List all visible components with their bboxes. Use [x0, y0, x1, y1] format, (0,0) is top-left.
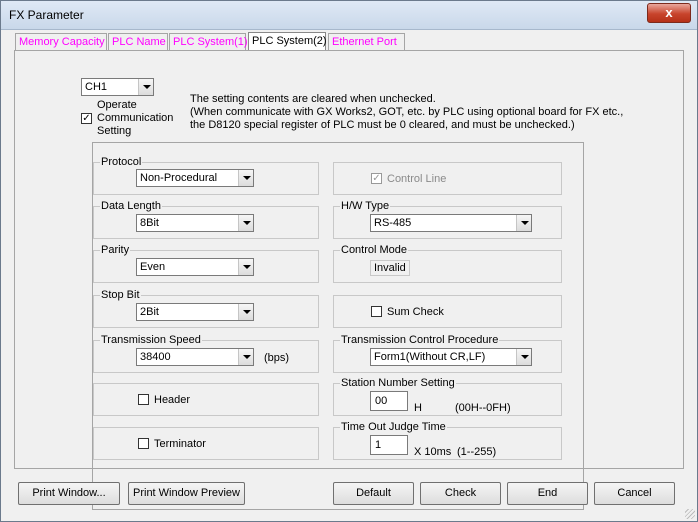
tab-panel: CH1 ✓ Operate Communication Setting The …	[14, 50, 684, 510]
terminator-group: Terminator	[93, 427, 319, 460]
note-line-1: The setting contents are cleared when un…	[190, 93, 436, 105]
timeout-range: (1--255)	[457, 446, 497, 458]
station-number-label: Station Number Setting	[340, 377, 456, 389]
setting-note: The setting contents are cleared when un…	[190, 93, 623, 132]
note-line-3: the D8120 special register of PLC must b…	[190, 119, 575, 131]
station-number-value: 00	[375, 395, 388, 407]
header-checkbox[interactable]	[138, 394, 149, 405]
tx-control-procedure-value: Form1(Without CR,LF)	[374, 351, 486, 363]
tab-plc-name[interactable]: PLC Name	[108, 33, 168, 50]
default-button[interactable]: Default	[333, 482, 414, 505]
chevron-down-icon[interactable]	[238, 349, 253, 365]
tx-control-procedure-label: Transmission Control Procedure	[340, 334, 500, 346]
protocol-value: Non-Procedural	[140, 172, 218, 184]
tab-plc-system-2[interactable]: PLC System(2)	[248, 32, 327, 51]
protocol-select[interactable]: Non-Procedural	[136, 169, 254, 187]
data-length-group: Data Length 8Bit	[93, 200, 319, 239]
sum-check-checkbox[interactable]	[371, 306, 382, 317]
tx-control-procedure-group: Transmission Control Procedure Form1(Wit…	[333, 334, 562, 373]
print-window-button[interactable]: Print Window...	[18, 482, 120, 505]
operate-label-line2: Communication	[97, 112, 174, 124]
chevron-down-icon[interactable]	[516, 215, 531, 231]
operate-label-line1: Operate	[97, 99, 137, 111]
title-bar: FX Parameter x	[1, 1, 697, 30]
sum-check-label: Sum Check	[387, 306, 444, 318]
station-number-input[interactable]: 00	[370, 391, 408, 411]
timeout-label: Time Out Judge Time	[340, 421, 447, 433]
protocol-label: Protocol	[100, 156, 143, 168]
chevron-down-icon[interactable]	[238, 170, 253, 186]
timeout-unit: X 10ms	[414, 446, 452, 458]
chevron-down-icon[interactable]	[238, 215, 253, 231]
terminator-label: Terminator	[154, 438, 206, 450]
chevron-down-icon[interactable]	[238, 259, 253, 275]
station-number-range: (00H--0FH)	[455, 402, 511, 414]
header-label: Header	[154, 394, 191, 406]
stop-bit-group: Stop Bit 2Bit	[93, 289, 319, 328]
chevron-down-icon[interactable]	[138, 79, 153, 95]
tab-ethernet-port[interactable]: Ethernet Port	[328, 33, 405, 50]
operate-communication-checkbox[interactable]: ✓	[81, 113, 92, 124]
tab-memory-capacity[interactable]: Memory Capacity	[15, 33, 107, 50]
timeout-value: 1	[375, 439, 382, 451]
transmission-speed-label: Transmission Speed	[100, 334, 202, 346]
protocol-group: Protocol Non-Procedural	[93, 156, 319, 195]
fx-parameter-window: FX Parameter x Memory Capacity PLC Name …	[0, 0, 698, 522]
stop-bit-select[interactable]: 2Bit	[136, 303, 254, 321]
stop-bit-label: Stop Bit	[100, 289, 141, 301]
header-group: Header	[93, 383, 319, 416]
parity-group: Parity Even	[93, 244, 319, 283]
bps-unit: (bps)	[264, 352, 290, 364]
control-mode-group: Control Mode Invalid	[333, 244, 562, 283]
chevron-down-icon[interactable]	[238, 304, 253, 320]
terminator-checkbox[interactable]	[138, 438, 149, 449]
communication-settings-area: Protocol Non-Procedural Data Length 8Bit…	[92, 142, 584, 510]
data-length-select[interactable]: 8Bit	[136, 214, 254, 232]
cancel-button[interactable]: Cancel	[594, 482, 675, 505]
control-line-group: ✓ Control Line	[333, 162, 562, 195]
control-line-label: Control Line	[387, 173, 447, 185]
print-window-preview-button[interactable]: Print Window Preview	[128, 482, 245, 505]
window-title: FX Parameter	[9, 8, 84, 22]
station-number-group: Station Number Setting 00 H (00H--0FH)	[333, 377, 562, 416]
parity-value: Even	[140, 261, 166, 273]
parity-select[interactable]: Even	[136, 258, 254, 276]
stop-bit-value: 2Bit	[140, 306, 159, 318]
operate-label-line3: Setting	[97, 125, 132, 137]
note-line-2: (When communicate with GX Works2, GOT, e…	[190, 106, 624, 118]
data-length-value: 8Bit	[140, 217, 159, 229]
channel-value: CH1	[85, 81, 108, 93]
timeout-input[interactable]: 1	[370, 435, 408, 455]
hw-type-group: H/W Type RS-485	[333, 200, 562, 239]
check-button[interactable]: Check	[420, 482, 501, 505]
data-length-label: Data Length	[100, 200, 162, 212]
control-mode-label: Control Mode	[340, 244, 409, 256]
channel-select[interactable]: CH1	[81, 78, 154, 96]
control-line-checkbox[interactable]: ✓	[371, 173, 382, 184]
transmission-speed-select[interactable]: 38400	[136, 348, 254, 366]
parity-label: Parity	[100, 244, 131, 256]
control-mode-value: Invalid	[370, 260, 410, 276]
end-button[interactable]: End	[507, 482, 588, 505]
station-number-unit: H	[414, 402, 422, 414]
timeout-group: Time Out Judge Time 1 X 10ms (1--255)	[333, 421, 562, 460]
resize-grip-icon[interactable]	[685, 509, 695, 519]
chevron-down-icon[interactable]	[516, 349, 531, 365]
tab-plc-system-1[interactable]: PLC System(1)	[169, 33, 248, 50]
hw-type-value: RS-485	[374, 217, 412, 229]
hw-type-label: H/W Type	[340, 200, 391, 212]
transmission-speed-group: Transmission Speed 38400 (bps)	[93, 334, 319, 373]
close-button[interactable]: x	[647, 3, 691, 23]
hw-type-select[interactable]: RS-485	[370, 214, 532, 232]
sum-check-group: Sum Check	[333, 295, 562, 328]
tx-control-procedure-select[interactable]: Form1(Without CR,LF)	[370, 348, 532, 366]
transmission-speed-value: 38400	[140, 351, 171, 363]
